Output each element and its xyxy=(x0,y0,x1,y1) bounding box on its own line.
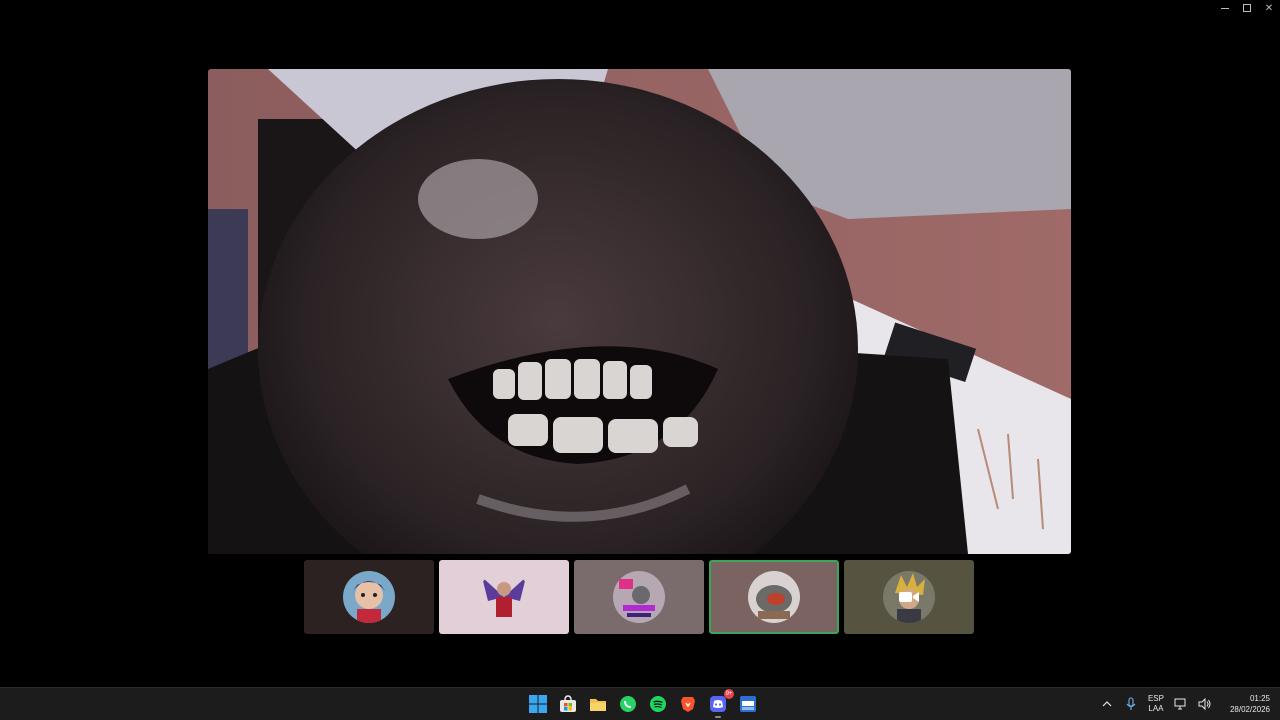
taskbar-apps: 9+ xyxy=(526,689,760,718)
close-icon: ✕ xyxy=(1264,2,1274,14)
participant-tile[interactable] xyxy=(439,560,569,634)
video-camera-icon xyxy=(899,592,919,602)
network-icon xyxy=(1174,698,1186,710)
brave-button[interactable] xyxy=(676,692,700,716)
file-explorer-icon xyxy=(590,699,606,711)
speaker-icon xyxy=(1198,698,1211,710)
clock-date: 28/02/2026 xyxy=(1229,705,1270,714)
winged-figure-avatar xyxy=(478,571,530,623)
discord-button[interactable]: 9+ xyxy=(706,689,734,718)
maximize-icon xyxy=(1243,4,1251,12)
whatsapp-icon xyxy=(620,696,636,712)
taskbar: 9+ ESP LAA 01:25 28/02/2026 xyxy=(0,687,1280,720)
spotify-icon xyxy=(650,696,666,712)
language-code: ESP xyxy=(1147,694,1164,703)
volume-button[interactable] xyxy=(1198,697,1212,711)
call-window: ✕ xyxy=(0,0,1280,687)
show-hidden-icons-button[interactable] xyxy=(1100,697,1114,711)
clock[interactable]: 01:25 28/02/2026 xyxy=(1230,693,1270,715)
minimize-button[interactable] xyxy=(1214,0,1236,16)
chevron-up-icon xyxy=(1102,701,1112,707)
network-button[interactable] xyxy=(1174,697,1188,711)
helmet-avatar xyxy=(748,571,800,623)
microphone-icon xyxy=(1126,697,1136,710)
anime-character-avatar xyxy=(343,571,395,623)
store-button[interactable] xyxy=(556,692,580,716)
file-explorer-button[interactable] xyxy=(586,692,610,716)
discord-icon xyxy=(710,696,726,712)
system-tray: ESP LAA 01:25 28/02/2026 xyxy=(1100,688,1270,720)
participant-strip xyxy=(304,560,974,634)
app-icon xyxy=(740,696,756,712)
minimize-icon xyxy=(1221,7,1229,9)
keyboard-layout: LAA xyxy=(1148,704,1164,713)
clock-time: 01:25 xyxy=(1249,694,1270,703)
participant-tile[interactable] xyxy=(304,560,434,634)
app-button[interactable] xyxy=(736,692,760,716)
start-icon xyxy=(529,695,547,713)
microphone-button[interactable] xyxy=(1124,697,1138,711)
window-controls: ✕ xyxy=(1214,0,1280,16)
whatsapp-button[interactable] xyxy=(616,692,640,716)
spotify-button[interactable] xyxy=(646,692,670,716)
close-button[interactable]: ✕ xyxy=(1258,0,1280,16)
notification-badge: 9+ xyxy=(724,689,734,699)
video-frame xyxy=(208,69,1071,554)
maximize-button[interactable] xyxy=(1236,0,1258,16)
main-video-feed[interactable] xyxy=(208,69,1071,554)
language-indicator[interactable]: ESP LAA xyxy=(1148,694,1164,714)
participant-tile-speaking[interactable] xyxy=(709,560,839,634)
participant-tile[interactable] xyxy=(574,560,704,634)
store-icon xyxy=(560,695,576,712)
brave-icon xyxy=(681,697,695,712)
pixel-art-avatar xyxy=(613,571,665,623)
start-button[interactable] xyxy=(526,692,550,716)
participant-tile[interactable] xyxy=(844,560,974,634)
